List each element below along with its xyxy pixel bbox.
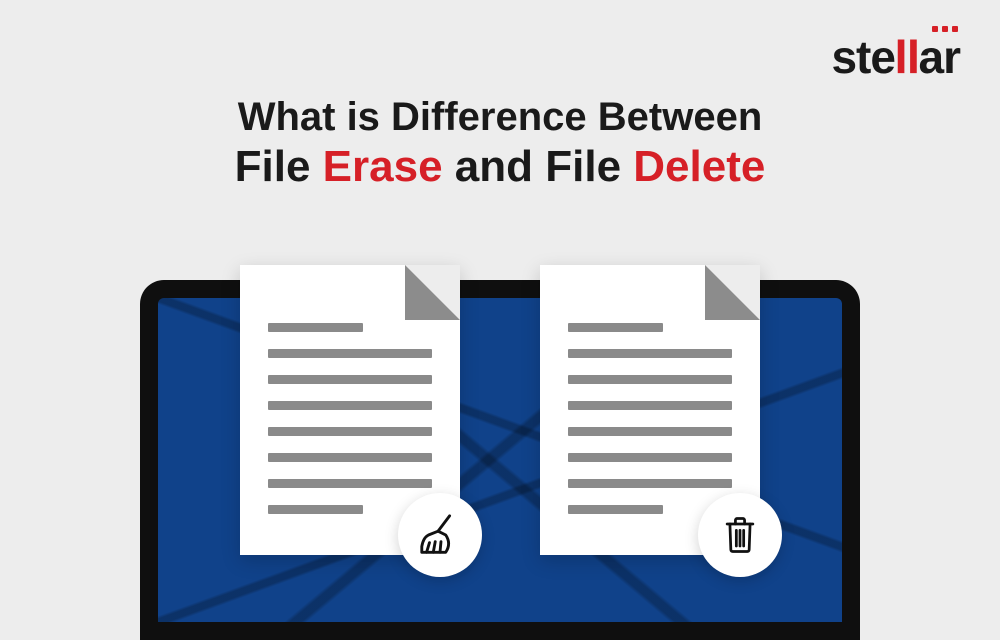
page-headline: What is Difference Between File Erase an…	[0, 95, 1000, 192]
trash-icon	[718, 513, 762, 557]
broom-icon	[417, 512, 463, 558]
headline-line2: File Erase and File Delete	[0, 142, 1000, 192]
brand-logo: stellar	[831, 30, 960, 84]
headline-line1: What is Difference Between	[0, 95, 1000, 140]
page-fold-icon	[705, 265, 760, 320]
logo-text-part1: ste	[831, 31, 894, 83]
document-lines	[568, 323, 732, 514]
delete-badge	[698, 493, 782, 577]
file-erase	[240, 265, 460, 555]
logo-dots	[932, 26, 958, 32]
erase-badge	[398, 493, 482, 577]
file-delete	[540, 265, 760, 555]
document-lines	[268, 323, 432, 514]
logo-text-accent: ll	[894, 30, 919, 84]
page-fold-icon	[405, 265, 460, 320]
logo-text-part2: ar	[919, 31, 960, 83]
